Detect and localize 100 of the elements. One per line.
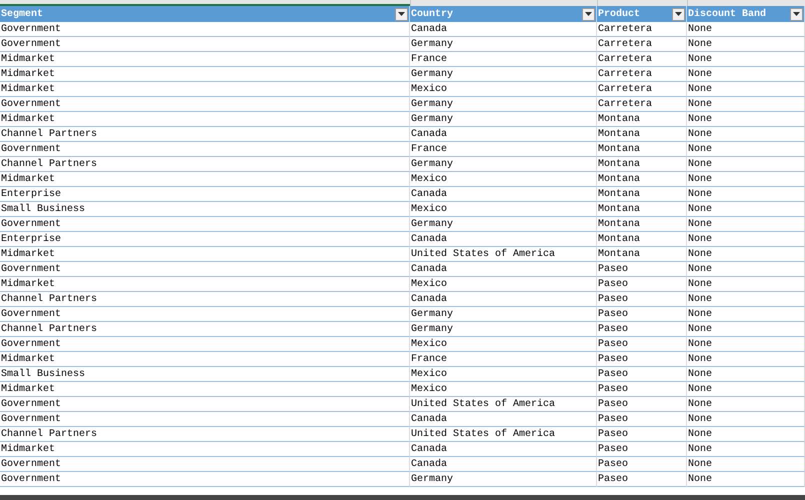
table-cell: Germany (410, 97, 597, 112)
table-cell: Government (0, 472, 410, 487)
table-cell: Montana (597, 187, 687, 202)
table-cell: Mexico (410, 382, 597, 397)
table-cell: United States of America (410, 247, 597, 262)
table-cell: None (687, 397, 805, 412)
table-cell: Midmarket (0, 277, 410, 292)
table-cell: Canada (410, 292, 597, 307)
table-cell: Government (0, 97, 410, 112)
table-cell: Paseo (597, 382, 687, 397)
table-cell: None (687, 37, 805, 52)
table-cell: None (687, 22, 805, 37)
table-cell: France (410, 52, 597, 67)
table-cell: None (687, 142, 805, 157)
table-cell: None (687, 442, 805, 457)
table-cell: Germany (410, 157, 597, 172)
table-cell: Enterprise (0, 232, 410, 247)
table-cell: Mexico (410, 367, 597, 382)
table-cell: None (687, 472, 805, 487)
table-cell: Germany (410, 217, 597, 232)
table-cell: None (687, 262, 805, 277)
table-cell: None (687, 367, 805, 382)
table-cell: Paseo (597, 397, 687, 412)
table-cell: Montana (597, 157, 687, 172)
table-cell: Germany (410, 112, 597, 127)
table-cell: Canada (410, 442, 597, 457)
table-cell: None (687, 307, 805, 322)
table-cell: Canada (410, 457, 597, 472)
table-cell: None (687, 82, 805, 97)
table-cell: None (687, 217, 805, 232)
table-cell: Midmarket (0, 352, 410, 367)
table-cell: France (410, 142, 597, 157)
table-cell: None (687, 382, 805, 397)
table-cell: Midmarket (0, 442, 410, 457)
table-cell: Government (0, 457, 410, 472)
table-cell: Paseo (597, 457, 687, 472)
table-cell: Paseo (597, 412, 687, 427)
table-cell: Carretera (597, 67, 687, 82)
filter-dropdown-button[interactable] (790, 8, 803, 20)
table-cell: None (687, 457, 805, 472)
scrollbar[interactable] (0, 495, 805, 500)
table-cell: Mexico (410, 277, 597, 292)
table-cell: Paseo (597, 262, 687, 277)
table-cell: None (687, 232, 805, 247)
table-cell: Montana (597, 172, 687, 187)
table-cell: Government (0, 397, 410, 412)
table-cell: None (687, 292, 805, 307)
table-cell: Montana (597, 142, 687, 157)
table-cell: Germany (410, 67, 597, 82)
filter-dropdown-button[interactable] (582, 8, 595, 20)
table-cell: None (687, 187, 805, 202)
caret-icon (398, 12, 405, 16)
table-cell: None (687, 52, 805, 67)
table-cell: Canada (410, 262, 597, 277)
table-cell: None (687, 172, 805, 187)
table-cell: Canada (410, 232, 597, 247)
table-cell: Small Business (0, 202, 410, 217)
table-cell: Mexico (410, 202, 597, 217)
table-cell: Midmarket (0, 52, 410, 67)
table-cell: Small Business (0, 367, 410, 382)
table-cell: Germany (410, 322, 597, 337)
table-cell: United States of America (410, 397, 597, 412)
table-cell: None (687, 247, 805, 262)
table-cell: Germany (410, 37, 597, 52)
table-cell: Government (0, 22, 410, 37)
table-cell: Enterprise (0, 187, 410, 202)
table-cell: Canada (410, 127, 597, 142)
table-cell: Germany (410, 307, 597, 322)
table-cell: None (687, 337, 805, 352)
table-cell: United States of America (410, 427, 597, 442)
table-cell: Midmarket (0, 82, 410, 97)
header-label: Segment (1, 8, 44, 22)
table-cell: Carretera (597, 97, 687, 112)
table-cell: Midmarket (0, 247, 410, 262)
table-cell: Channel Partners (0, 292, 410, 307)
table-cell: Montana (597, 232, 687, 247)
caret-icon (585, 12, 592, 16)
table-cell: Paseo (597, 292, 687, 307)
header-label: Product (598, 8, 642, 22)
table-cell: Mexico (410, 172, 597, 187)
filter-dropdown-button[interactable] (672, 8, 685, 20)
table-cell: None (687, 67, 805, 82)
table-cell: Paseo (597, 367, 687, 382)
table-cell: Channel Partners (0, 427, 410, 442)
table-cell: Government (0, 337, 410, 352)
table-cell: None (687, 427, 805, 442)
caret-icon (675, 12, 682, 16)
filter-dropdown-button[interactable] (395, 8, 408, 20)
table-cell: Government (0, 262, 410, 277)
table-cell: Mexico (410, 82, 597, 97)
table-cell: Carretera (597, 52, 687, 67)
table-cell: None (687, 277, 805, 292)
table-cell: Midmarket (0, 382, 410, 397)
table-cell: Carretera (597, 22, 687, 37)
table-cell: Montana (597, 202, 687, 217)
table-cell: Montana (597, 112, 687, 127)
table-cell: None (687, 352, 805, 367)
table-cell: Midmarket (0, 67, 410, 82)
table-cell: Channel Partners (0, 157, 410, 172)
header-label: Discount Band (688, 8, 768, 22)
